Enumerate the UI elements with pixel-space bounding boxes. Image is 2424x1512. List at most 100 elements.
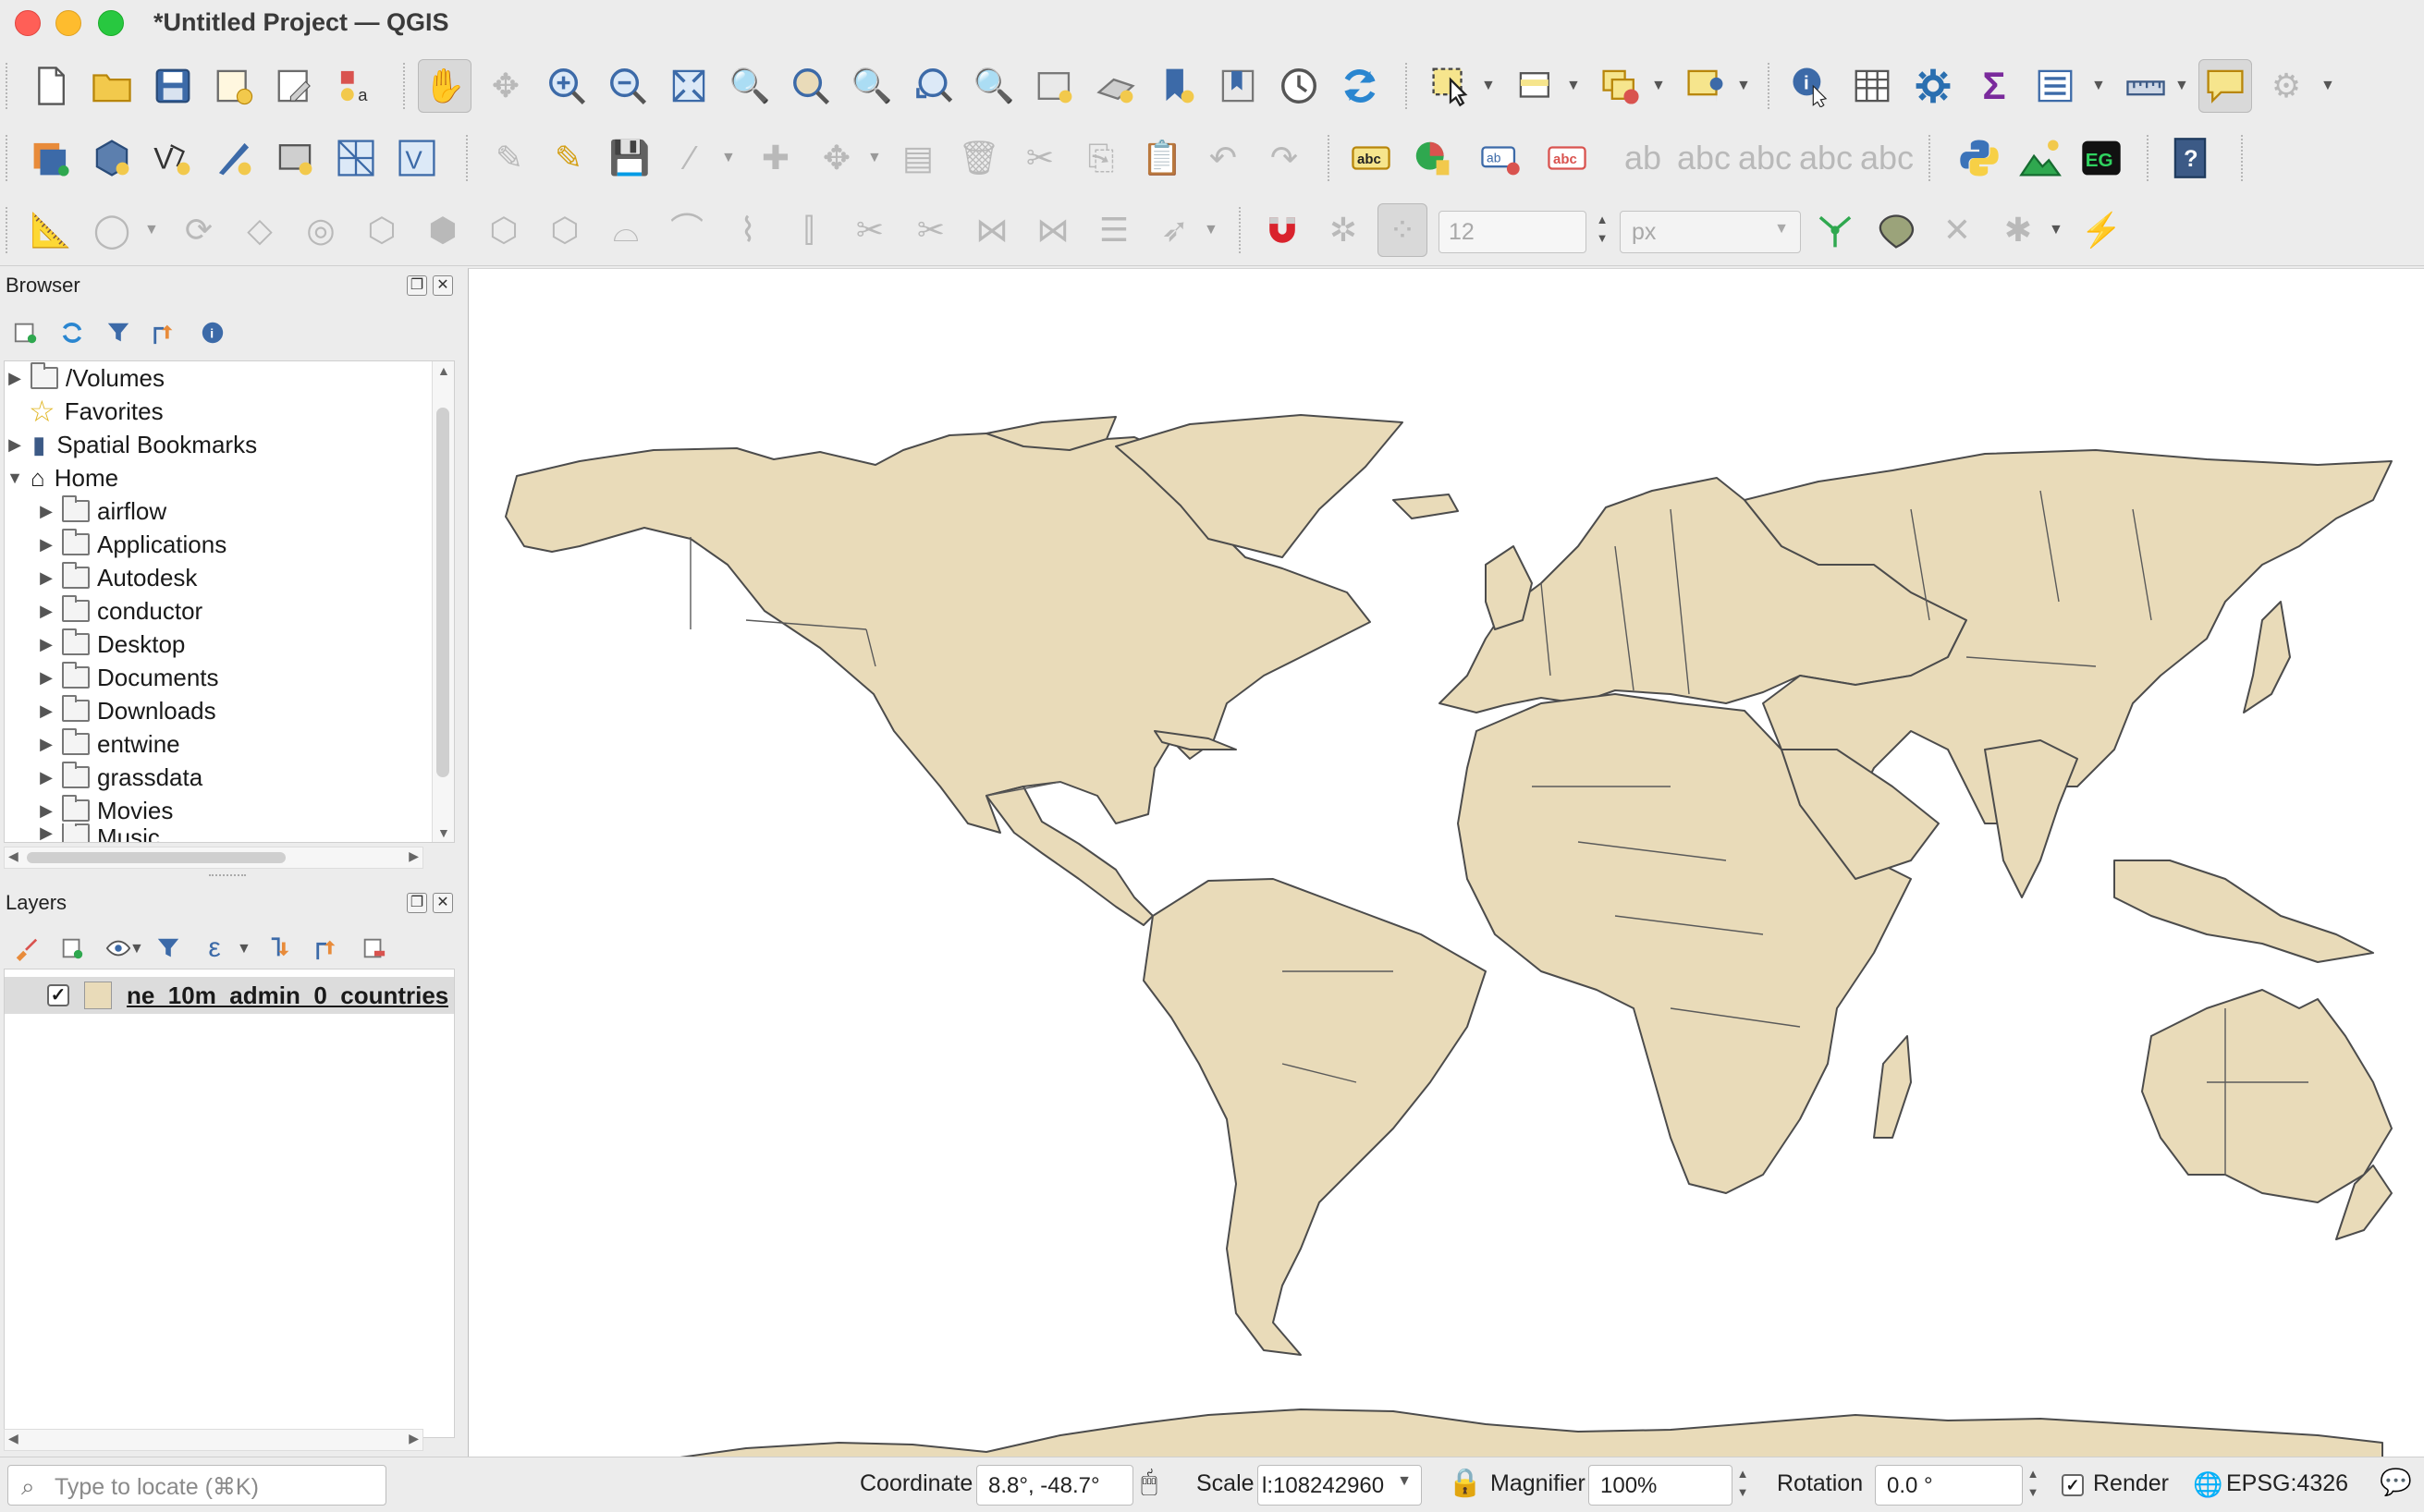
panel-splitter[interactable]: [209, 874, 246, 876]
toolbar-grip[interactable]: [1768, 63, 1773, 109]
scale-dropdown-arrow[interactable]: ▼: [1394, 1472, 1414, 1512]
digitize-line-icon[interactable]: ⁄: [664, 131, 717, 185]
lock-scale-icon[interactable]: 🔒: [1448, 1467, 1482, 1499]
add-ring-icon[interactable]: ◎: [294, 203, 348, 257]
data-source-manager-icon[interactable]: [24, 131, 78, 185]
filter-legend-icon[interactable]: [152, 932, 185, 965]
zoom-to-selection-icon[interactable]: 🔍: [723, 59, 777, 113]
trim-extend-icon[interactable]: ⫿: [782, 203, 836, 257]
cut-features-icon[interactable]: ✂: [1013, 131, 1067, 185]
maximize-window-button[interactable]: [98, 10, 124, 36]
reverse-line-icon[interactable]: ⌇: [721, 203, 775, 257]
toolbar-grip[interactable]: [1928, 135, 1934, 181]
delete-ring-icon[interactable]: ⬡: [477, 203, 531, 257]
open-attribute-table-icon[interactable]: [1845, 59, 1899, 113]
snapping-tolerance-input[interactable]: 12: [1438, 211, 1586, 253]
minimize-window-button[interactable]: [55, 10, 81, 36]
new-virtual-layer-icon[interactable]: [268, 131, 322, 185]
digitize-dropdown-arrow[interactable]: ▼: [721, 150, 738, 166]
deselect-dropdown-arrow[interactable]: ▼: [1651, 78, 1668, 94]
offset-point-symbols-icon[interactable]: ➶: [1148, 203, 1202, 257]
toolbar-grip[interactable]: [6, 63, 11, 109]
statistical-summary-sigma-icon[interactable]: Σ: [1967, 59, 2021, 113]
layout-manager-icon[interactable]: [268, 59, 322, 113]
new-print-layout-icon[interactable]: [207, 59, 261, 113]
toolbar-grip[interactable]: [6, 135, 11, 181]
select-features-dropdown-arrow[interactable]: ▼: [1481, 78, 1498, 94]
refresh-browser-icon[interactable]: [55, 316, 89, 349]
shape-digitizing-icon[interactable]: ◯: [85, 203, 139, 257]
scrollbar-thumb[interactable]: [27, 852, 286, 863]
paste-features-icon[interactable]: 📋: [1135, 131, 1189, 185]
crs-indicator[interactable]: EPSG:4326: [2226, 1470, 2348, 1497]
eg-plugin-icon[interactable]: EG: [2075, 131, 2128, 185]
expand-arrow-icon[interactable]: ▶: [36, 668, 56, 688]
select-by-location-dropdown-arrow[interactable]: ▼: [1736, 78, 1753, 94]
render-checkbox[interactable]: ✓: [2062, 1474, 2084, 1496]
expand-arrow-icon[interactable]: ▶: [36, 635, 56, 654]
open-project-icon[interactable]: [85, 59, 139, 113]
filter-browser-icon[interactable]: [102, 316, 135, 349]
expand-arrow-icon[interactable]: ▶: [5, 369, 25, 388]
pan-map-hand-icon[interactable]: ✋: [418, 59, 471, 113]
close-window-button[interactable]: [15, 10, 41, 36]
select-by-attribute-dropdown-arrow[interactable]: ▼: [1566, 78, 1583, 94]
add-feature-icon[interactable]: ✚: [749, 131, 802, 185]
toolbar-grip[interactable]: [2241, 135, 2246, 181]
highlight-pinned-labels-icon[interactable]: ab: [1616, 131, 1670, 185]
layer-symbol-swatch[interactable]: [84, 982, 112, 1009]
expand-arrow-icon[interactable]: ▶: [36, 502, 56, 521]
expand-arrow-icon[interactable]: ▶: [36, 823, 56, 842]
magnifier-spinner[interactable]: ▲ ▼: [1732, 1465, 1753, 1506]
new-map-view-icon[interactable]: [1028, 59, 1082, 113]
split-parts-icon[interactable]: ✂: [904, 203, 958, 257]
browser-item-downloads[interactable]: ▶ Downloads: [36, 694, 454, 727]
toolbar-grip[interactable]: [466, 135, 471, 181]
copy-features-icon[interactable]: ⎘: [1074, 131, 1128, 185]
float-panel-icon[interactable]: ❐: [407, 893, 427, 913]
browser-item-applications[interactable]: ▶ Applications: [36, 528, 454, 561]
select-features-icon[interactable]: [1424, 59, 1477, 113]
rotation-spinner[interactable]: ▲ ▼: [2023, 1465, 2043, 1506]
add-selected-layers-icon[interactable]: [9, 316, 43, 349]
deselect-features-icon[interactable]: [1594, 59, 1647, 113]
help-contents-icon[interactable]: ?: [2163, 131, 2217, 185]
open-layer-styling-icon[interactable]: [9, 932, 43, 965]
measure-line-icon[interactable]: [2119, 59, 2173, 113]
attribute-table-list-icon[interactable]: [2028, 59, 2082, 113]
select-by-attribute-icon[interactable]: [1509, 59, 1562, 113]
browser-item-home[interactable]: ▼ ⌂ Home: [5, 461, 430, 494]
collapse-all-icon[interactable]: [148, 316, 181, 349]
profile-tool-terrain-icon[interactable]: [2014, 131, 2067, 185]
python-console-icon[interactable]: [1953, 131, 2006, 185]
expand-arrow-icon[interactable]: ▶: [5, 435, 25, 455]
temporal-controller-clock-icon[interactable]: [1272, 59, 1326, 113]
zoom-out-icon[interactable]: [601, 59, 655, 113]
enable-properties-info-icon[interactable]: i: [196, 316, 229, 349]
zoom-next-icon[interactable]: 🔍: [967, 59, 1021, 113]
settings-dropdown-arrow[interactable]: ▼: [2320, 78, 2337, 94]
advanced-digitizing-icon[interactable]: 📐: [24, 203, 78, 257]
new-shapefile-layer-icon[interactable]: V: [146, 131, 200, 185]
expand-arrow-icon[interactable]: ▶: [36, 535, 56, 555]
merge-attributes-icon[interactable]: ⋈: [1026, 203, 1080, 257]
new-3d-map-view-icon[interactable]: [1089, 59, 1143, 113]
self-snapping-icon[interactable]: ✕: [1930, 203, 1984, 257]
new-vector-tile-layer-icon[interactable]: V: [390, 131, 444, 185]
layer-visibility-checkbox[interactable]: ✓: [47, 984, 69, 1006]
expand-all-icon[interactable]: [264, 932, 298, 965]
zoom-last-icon[interactable]: [906, 59, 960, 113]
toggle-extents-mouse-icon[interactable]: 🖱: [1141, 1467, 1157, 1498]
browser-item-spatial-bookmarks[interactable]: ▶ ▮ Spatial Bookmarks: [5, 428, 430, 461]
browser-item-volumes[interactable]: ▶ /Volumes: [5, 361, 430, 395]
point-symbols-dropdown-arrow[interactable]: ▼: [1204, 222, 1220, 238]
select-by-location-icon[interactable]: [1679, 59, 1732, 113]
expression-filter-dropdown-arrow[interactable]: ▼: [237, 941, 253, 957]
browser-item-conductor[interactable]: ▶ conductor: [36, 594, 454, 628]
browser-item-music[interactable]: ▶ Music: [36, 823, 454, 842]
new-spatial-bookmark-icon[interactable]: [1150, 59, 1204, 113]
toolbar-grip[interactable]: [1405, 63, 1411, 109]
reshape-features-icon[interactable]: ⌓: [599, 203, 653, 257]
simplify-feature-icon[interactable]: ◇: [233, 203, 287, 257]
toolbar-grip[interactable]: [403, 63, 409, 109]
